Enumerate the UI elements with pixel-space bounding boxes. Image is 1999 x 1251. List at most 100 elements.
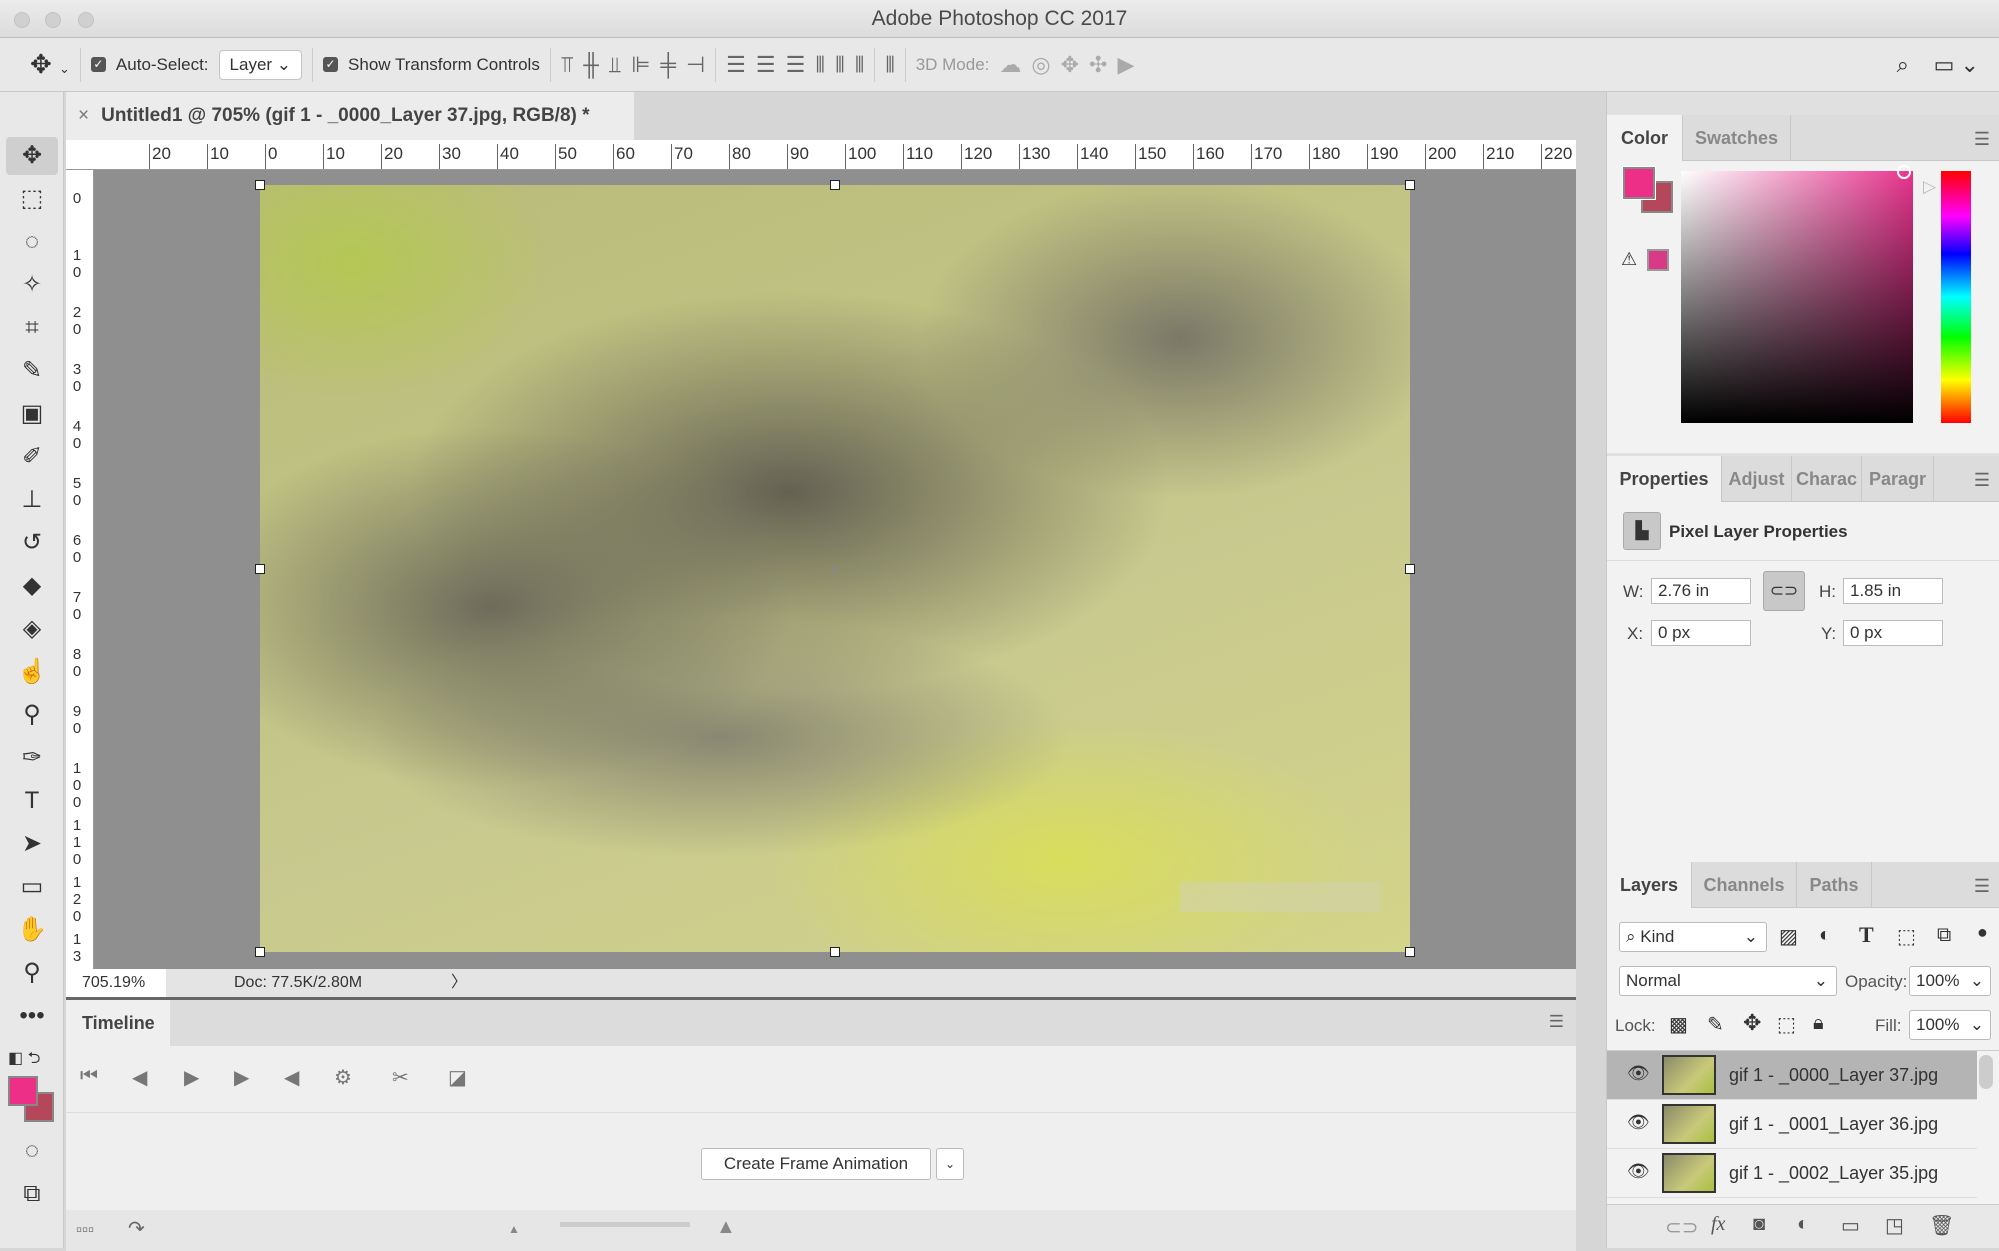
transform-handle[interactable]: [255, 947, 265, 957]
distribute-bottom-icon[interactable]: ☰: [786, 52, 806, 78]
animation-type-dropdown[interactable]: ⌄: [936, 1148, 964, 1180]
brush-tool[interactable]: ✐: [6, 438, 58, 476]
zoom-in-icon[interactable]: ▲: [716, 1216, 736, 1239]
workspace-switcher-icon[interactable]: ▭ ⌄: [1934, 52, 1979, 78]
lock-transparent-icon[interactable]: ▩: [1669, 1012, 1688, 1037]
render-video-icon[interactable]: ↷: [128, 1216, 145, 1241]
y-field[interactable]: 0 px: [1843, 620, 1943, 646]
paint-bucket-tool[interactable]: ◈: [6, 610, 58, 648]
foreground-color-swatch[interactable]: [8, 1076, 38, 1106]
distribute-hcenter-icon[interactable]: ⦀: [835, 52, 845, 78]
convert-to-frames-icon[interactable]: ▫▫▫: [76, 1220, 94, 1240]
opacity-field[interactable]: 100% ⌄: [1909, 966, 1991, 996]
tab-character[interactable]: Charac: [1792, 456, 1862, 502]
move-tool[interactable]: ✥: [6, 137, 58, 175]
tab-timeline[interactable]: Timeline: [66, 1000, 170, 1046]
split-scissors-icon[interactable]: ✂: [392, 1065, 409, 1090]
zoom-out-icon[interactable]: ▲: [508, 1222, 520, 1236]
show-transform-controls-checkbox[interactable]: ✓: [323, 57, 339, 72]
filter-adjustment-icon[interactable]: ◐: [1819, 924, 1831, 947]
healing-tool[interactable]: ▣: [6, 395, 58, 433]
3d-slide-icon[interactable]: ✣: [1089, 52, 1107, 78]
3d-orbit-icon[interactable]: ☁: [999, 52, 1021, 78]
lock-position-icon[interactable]: ✥: [1743, 1010, 1761, 1036]
search-icon[interactable]: ⌕: [1897, 52, 1909, 78]
stamp-tool[interactable]: ⊥: [6, 481, 58, 519]
more-tools-icon[interactable]: •••: [6, 997, 58, 1035]
document-image[interactable]: +: [260, 185, 1410, 952]
layers-panel-menu-icon[interactable]: ☰: [1974, 876, 1990, 897]
quick-mask-icon[interactable]: ◌: [6, 1132, 58, 1170]
align-vcenter-icon[interactable]: ╫: [583, 52, 599, 78]
new-group-folder-icon[interactable]: ▭: [1841, 1213, 1860, 1238]
zoom-tool[interactable]: ⚲: [6, 954, 58, 992]
add-mask-icon[interactable]: ◙: [1753, 1213, 1765, 1236]
color-foreground-swatch[interactable]: [1622, 166, 1656, 200]
fill-field[interactable]: 100% ⌄: [1909, 1010, 1991, 1040]
lock-pixels-icon[interactable]: ✎: [1707, 1012, 1724, 1037]
x-field[interactable]: 0 px: [1651, 620, 1751, 646]
gamut-color-swatch[interactable]: [1647, 249, 1669, 271]
eraser-tool[interactable]: ◆: [6, 567, 58, 605]
smudge-tool[interactable]: ☝: [6, 653, 58, 691]
transition-icon[interactable]: ◪: [448, 1065, 467, 1090]
dodge-tool[interactable]: ⚲: [6, 696, 58, 734]
close-window-button[interactable]: [14, 12, 30, 28]
color-field[interactable]: [1681, 171, 1913, 423]
transform-handle[interactable]: [255, 564, 265, 574]
distribute-top-icon[interactable]: ☰: [726, 52, 746, 78]
previous-frame-icon[interactable]: ◀: [132, 1065, 147, 1090]
hue-slider[interactable]: [1941, 171, 1971, 423]
width-field[interactable]: 2.76 in: [1651, 578, 1751, 604]
layer-row[interactable]: 👁︎ gif 1 - _0002_Layer 35.jpg: [1607, 1149, 1977, 1198]
link-layers-icon[interactable]: ⊂⊃: [1665, 1215, 1699, 1240]
play-icon[interactable]: ▶: [184, 1065, 199, 1090]
marquee-tool[interactable]: ⬚: [6, 180, 58, 218]
distribute-right-icon[interactable]: ⦀: [855, 52, 865, 78]
filter-shape-icon[interactable]: ⬚: [1897, 924, 1916, 949]
tab-adjustments[interactable]: Adjust: [1722, 456, 1792, 502]
visibility-eye-icon[interactable]: 👁︎: [1627, 1112, 1650, 1133]
properties-panel-menu-icon[interactable]: ☰: [1974, 470, 1990, 491]
align-hcenter-icon[interactable]: ╪: [660, 52, 676, 78]
filter-toggle[interactable]: ●: [1977, 922, 1988, 943]
tab-color[interactable]: Color: [1607, 115, 1683, 162]
tab-paragraph[interactable]: Paragr: [1862, 456, 1934, 502]
transform-handle[interactable]: [1405, 180, 1415, 190]
auto-select-dropdown[interactable]: Layer ⌄: [218, 49, 303, 80]
auto-select-checkbox[interactable]: ✓: [90, 57, 106, 72]
layer-filter-dropdown[interactable]: ⌕ Kind ⌄: [1619, 922, 1767, 952]
settings-gear-icon[interactable]: ⚙: [334, 1065, 352, 1090]
document-tab[interactable]: × Untitled1 @ 705% (gif 1 - _0000_Layer 3…: [66, 92, 634, 140]
rectangle-tool[interactable]: ▭: [6, 868, 58, 906]
lock-artboard-icon[interactable]: ⬚: [1777, 1012, 1796, 1037]
tab-properties[interactable]: Properties: [1607, 456, 1722, 503]
transform-handle[interactable]: [255, 180, 265, 190]
layer-style-fx-icon[interactable]: fx: [1711, 1213, 1725, 1236]
layer-row[interactable]: 👁︎ gif 1 - _0000_Layer 37.jpg: [1607, 1051, 1977, 1100]
transform-handle[interactable]: [1405, 947, 1415, 957]
transform-handle[interactable]: [830, 180, 840, 190]
timeline-zoom-slider[interactable]: [560, 1222, 690, 1227]
3d-scale-icon[interactable]: ▶: [1117, 52, 1134, 78]
minimize-window-button[interactable]: [45, 12, 61, 28]
filter-smart-object-icon[interactable]: ⧉: [1937, 924, 1951, 947]
tab-channels[interactable]: Channels: [1692, 862, 1797, 908]
first-frame-icon[interactable]: ⏮: [80, 1065, 98, 1088]
timeline-menu-icon[interactable]: ☰: [1549, 1012, 1564, 1032]
crop-tool[interactable]: ⌗: [6, 309, 58, 347]
close-document-icon[interactable]: ×: [78, 105, 89, 126]
link-dimensions-icon[interactable]: ⊂⊃: [1763, 571, 1805, 611]
layers-scrollbar[interactable]: [1979, 1055, 1993, 1089]
magic-wand-tool[interactable]: ✧: [6, 266, 58, 304]
doc-info[interactable]: Doc: 77.5K/2.80M: [234, 969, 362, 997]
next-frame-icon[interactable]: ▶: [234, 1065, 249, 1090]
transform-handle[interactable]: [830, 947, 840, 957]
3d-pan-icon[interactable]: ✥: [1061, 52, 1079, 78]
zoom-level[interactable]: 705.19%: [66, 969, 166, 997]
visibility-eye-icon[interactable]: 👁︎: [1627, 1063, 1650, 1084]
tab-swatches[interactable]: Swatches: [1683, 115, 1791, 161]
transform-handle[interactable]: [1405, 564, 1415, 574]
color-panel-menu-icon[interactable]: ☰: [1974, 129, 1990, 150]
align-right-icon[interactable]: ⊣: [686, 52, 705, 78]
